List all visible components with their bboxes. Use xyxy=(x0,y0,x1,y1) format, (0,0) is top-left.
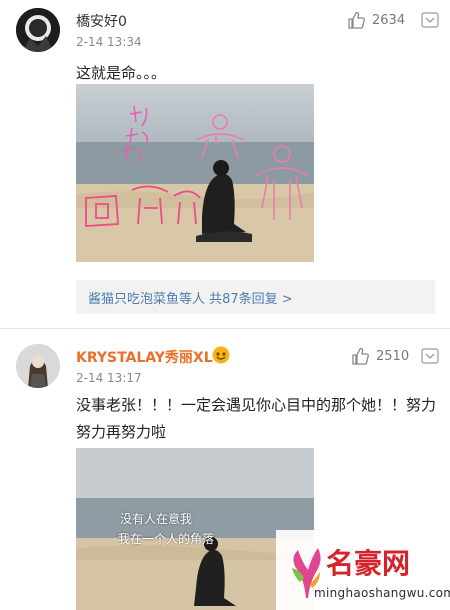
avatar[interactable] xyxy=(16,8,60,52)
username[interactable]: 橋安好0 xyxy=(76,11,127,31)
site-logo: 名豪网 minghaoshangwu.com xyxy=(276,530,450,610)
like-count: 2634 xyxy=(372,12,406,28)
divider xyxy=(0,328,450,329)
timestamp: 2-14 13:34 xyxy=(76,35,142,49)
comment-text: 没事老张！！！一定会遇见你心目中的那个她！！努力努力再努力啦 xyxy=(76,396,437,441)
comment-image[interactable] xyxy=(76,84,314,262)
like-count: 2510 xyxy=(376,348,410,364)
reply-summary-link[interactable]: 酱猫只吃泡菜鱼等人 共87条回复 > xyxy=(76,280,435,314)
vip-badge-icon xyxy=(212,346,230,364)
like-button[interactable]: 2634 xyxy=(346,10,405,30)
chevron-down-icon[interactable] xyxy=(421,348,439,364)
logo-url: minghaoshangwu.com xyxy=(314,586,450,600)
comment-item: 橋安好0 2-14 13:34 2634 这就是命。。。 酱猫只吃泡菜鱼等人 共… xyxy=(0,0,450,330)
avatar[interactable] xyxy=(16,344,60,388)
thumbs-up-icon xyxy=(352,347,369,365)
comment-text: 这就是命。。。 xyxy=(76,64,167,82)
image-caption: 没有人在意我 xyxy=(120,512,193,526)
username[interactable]: KRYSTALAY秀丽XL xyxy=(76,347,213,367)
logo-title: 名豪网 xyxy=(326,547,411,580)
thumbs-up-icon xyxy=(348,11,365,29)
chevron-down-icon[interactable] xyxy=(421,12,439,28)
like-button[interactable]: 2510 xyxy=(350,346,409,366)
image-caption: 我在一个人的角落 xyxy=(118,532,215,546)
timestamp: 2-14 13:17 xyxy=(76,371,142,385)
